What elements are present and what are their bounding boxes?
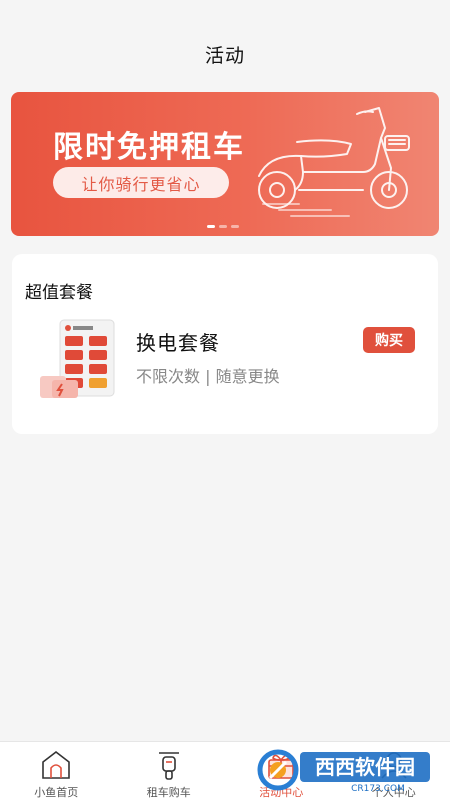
buy-button[interactable]: 购买: [363, 327, 415, 353]
svg-text:西西软件园: 西西软件园: [315, 755, 415, 779]
pagination-dot[interactable]: [219, 225, 227, 228]
promo-banner[interactable]: 限时免押租车 让你骑行更省心: [11, 92, 439, 236]
banner-pagination: [207, 225, 239, 228]
tab-label: 租车购车: [146, 786, 191, 799]
package-description: 不限次数 | 随意更换: [136, 367, 280, 386]
packages-card: 超值套餐 换电套餐 不限次数 | 随意更换 购买: [12, 254, 438, 434]
battery-cabinet-image: [40, 319, 115, 398]
pagination-dot[interactable]: [207, 225, 215, 228]
section-title: 超值套餐: [25, 283, 93, 303]
page-title: 活动: [204, 45, 245, 67]
page-header: 活动: [0, 0, 450, 88]
tab-home[interactable]: 小鱼首页: [0, 742, 113, 800]
scooter-illustration: [258, 107, 410, 217]
tab-label: 小鱼首页: [34, 786, 79, 799]
banner-subtitle: 让你骑行更省心: [81, 174, 201, 194]
home-icon: [38, 748, 74, 781]
buy-button-label: 购买: [375, 333, 403, 349]
watermark-logo: 西西软件园 CR173.COM: [257, 749, 430, 794]
svg-text:CR173.COM: CR173.COM: [351, 784, 405, 794]
banner-subtitle-pill: 让你骑行更省心: [53, 167, 229, 198]
package-name: 换电套餐: [136, 331, 220, 355]
banner-headline: 限时免押租车: [53, 130, 245, 165]
scooter-icon: [151, 748, 187, 781]
pagination-dot[interactable]: [231, 225, 239, 228]
tab-rent[interactable]: 租车购车: [113, 742, 226, 800]
